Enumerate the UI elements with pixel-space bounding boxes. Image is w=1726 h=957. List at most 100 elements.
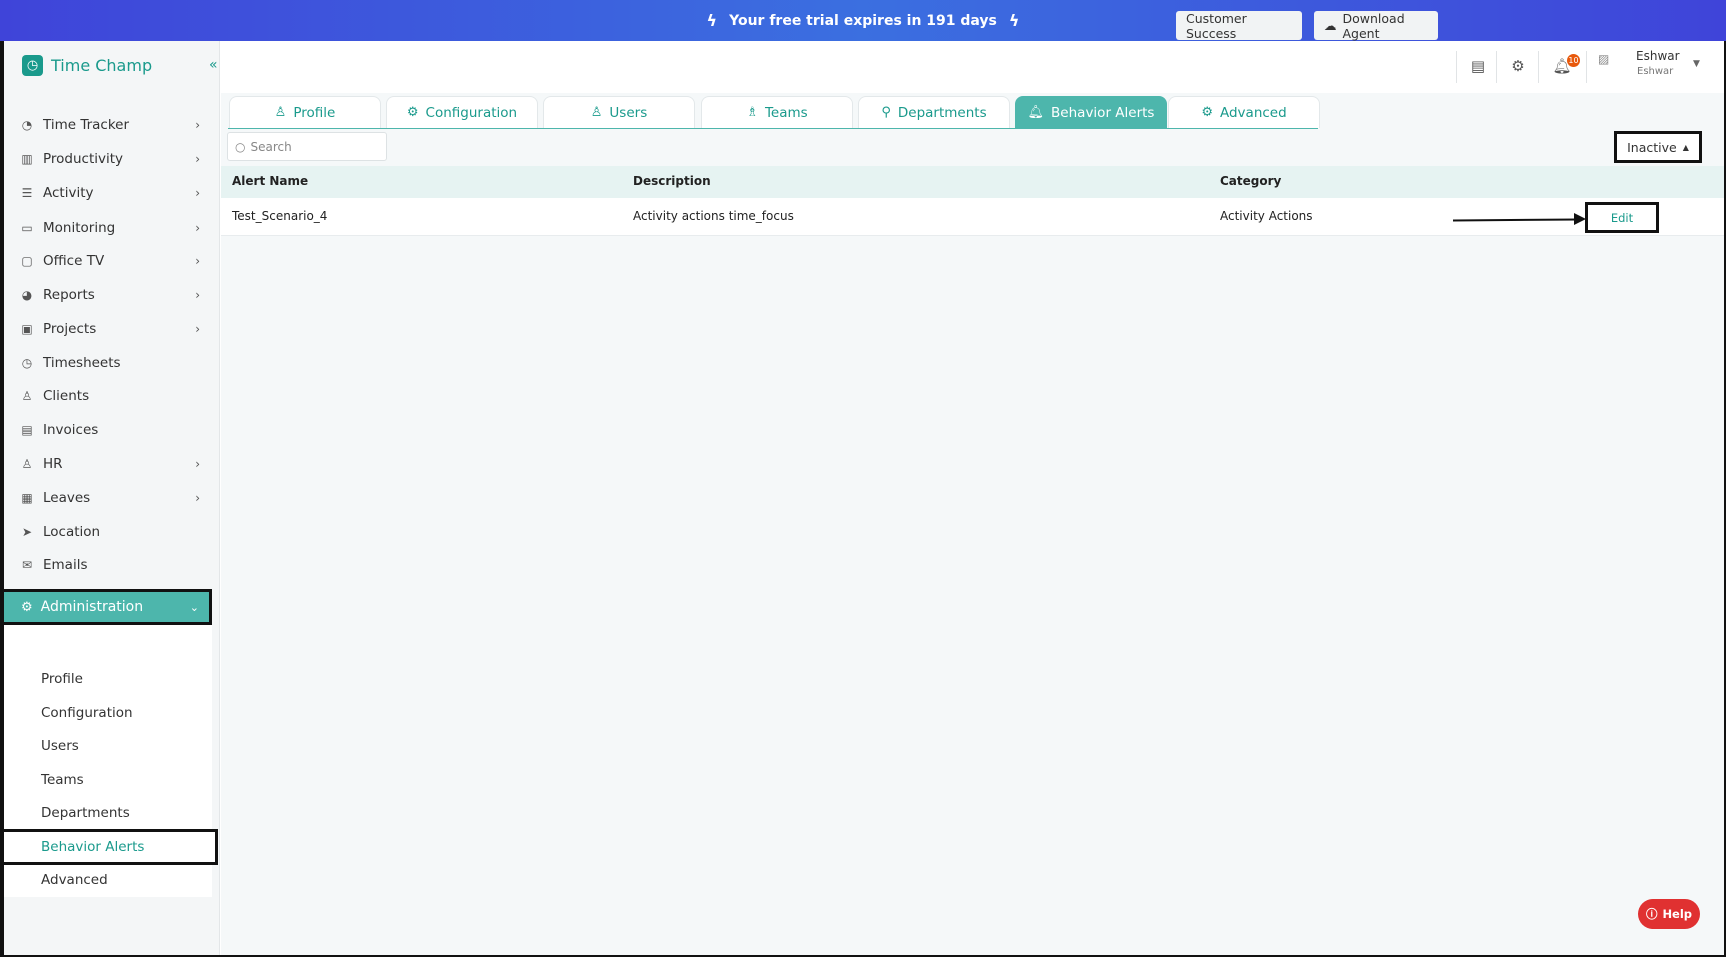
- cell-alert-name: Test_Scenario_4: [232, 209, 328, 223]
- chevron-right-icon: ›: [195, 186, 200, 200]
- sidebar-item-label: Leaves: [43, 490, 91, 506]
- sidebar-item-reports[interactable]: ◕ Reports ›: [20, 280, 204, 310]
- tab-label: Departments: [897, 104, 987, 121]
- user-role: Eshwar: [1637, 66, 1674, 77]
- submenu-item-users[interactable]: Users: [41, 733, 79, 759]
- clock-icon: ◔: [21, 118, 33, 132]
- sidebar-item-label: Activity: [43, 185, 94, 201]
- chevron-right-icon: ›: [195, 288, 200, 302]
- hierarchy-icon: ⚲: [881, 105, 891, 120]
- trial-banner: ϟ Your free trial expires in 191 days ϟ: [0, 0, 1726, 41]
- sidebar-item-administration[interactable]: ⚙ Administration ⌄: [0, 589, 212, 625]
- sidebar-item-emails[interactable]: ✉ Emails: [20, 550, 204, 580]
- submenu-item-configuration[interactable]: Configuration: [41, 700, 133, 726]
- submenu-item-profile[interactable]: Profile: [41, 666, 83, 692]
- sidebar-item-label: Office TV: [43, 253, 105, 269]
- sidebar-item-time-tracker[interactable]: ◔ Time Tracker ›: [20, 110, 204, 140]
- sidebar-item-label: HR: [43, 456, 63, 472]
- sidebar-item-productivity[interactable]: ▥ Productivity ›: [20, 144, 204, 174]
- tab-departments[interactable]: ⚲ Departments: [858, 96, 1010, 128]
- status-filter-dropdown[interactable]: Inactive ▲: [1614, 131, 1702, 163]
- clock-logo-icon: ◷: [22, 55, 43, 76]
- sidebar-item-label: Productivity: [43, 151, 124, 167]
- sidebar-item-clients[interactable]: ♙ Clients: [20, 381, 204, 411]
- sidebar-item-activity[interactable]: ☰ Activity ›: [20, 178, 204, 208]
- table-header: [221, 166, 1724, 198]
- edit-button[interactable]: Edit: [1585, 202, 1659, 233]
- document-icon[interactable]: ▤: [1468, 56, 1488, 76]
- monitor-icon: ▭: [21, 221, 33, 235]
- mail-icon: ✉: [21, 558, 33, 572]
- tab-behavior-alerts[interactable]: 🔔︎ Behavior Alerts: [1015, 96, 1167, 128]
- header-divider: [1456, 51, 1457, 83]
- column-header-alert-name[interactable]: Alert Name: [232, 174, 308, 188]
- customer-success-label: Customer Success: [1186, 10, 1247, 41]
- sidebar-item-office-tv[interactable]: ▢ Office TV ›: [20, 246, 204, 276]
- sidebar-item-label: Administration: [40, 599, 144, 615]
- cell-description: Activity actions time_focus: [633, 209, 794, 223]
- cloud-download-icon: ☁: [1324, 18, 1337, 33]
- collapse-sidebar-icon[interactable]: «: [209, 57, 218, 73]
- sidebar-item-label: Timesheets: [43, 355, 121, 371]
- sidebar-item-label: Emails: [43, 557, 88, 573]
- team-icon: ♗: [746, 105, 758, 120]
- chart-icon: ▥: [21, 152, 33, 166]
- sidebar-item-label: Invoices: [43, 422, 99, 438]
- tab-label: Teams: [764, 104, 808, 121]
- chevron-down-icon: ⌄: [189, 600, 199, 614]
- frame-border: [0, 41, 4, 957]
- help-button[interactable]: ⓘ Help: [1638, 899, 1700, 929]
- settings-icon[interactable]: ⚙: [1508, 56, 1528, 76]
- chevron-right-icon: ›: [195, 254, 200, 268]
- lightning-icon: ϟ: [706, 11, 718, 30]
- cell-category: Activity Actions: [1220, 209, 1313, 223]
- trial-banner-text: Your free trial expires in 191 days: [729, 12, 997, 29]
- users-icon: ♙: [590, 105, 603, 120]
- tab-teams[interactable]: ♗ Teams: [701, 96, 853, 128]
- column-header-category[interactable]: Category: [1220, 174, 1281, 188]
- chevron-down-icon[interactable]: ▼: [1693, 59, 1700, 69]
- sidebar-item-label: Reports: [43, 287, 95, 303]
- notification-badge: 10: [1567, 54, 1580, 67]
- chevron-right-icon: ›: [195, 491, 200, 505]
- chevron-right-icon: ›: [195, 118, 200, 132]
- column-header-description[interactable]: Description: [633, 174, 711, 188]
- briefcase-icon: ▣: [21, 322, 33, 336]
- app-logo[interactable]: ◷ Time Champ: [22, 55, 152, 76]
- search-icon: ○: [235, 139, 246, 154]
- alarm-icon: ◷: [21, 356, 33, 370]
- bell-icon: 🔔︎: [1027, 105, 1045, 120]
- sidebar-item-location[interactable]: ➤ Location: [20, 517, 204, 547]
- customer-success-button[interactable]: Customer Success: [1176, 10, 1302, 41]
- invoice-icon: ▤: [21, 423, 33, 437]
- chevron-right-icon: ›: [195, 152, 200, 166]
- tab-profile[interactable]: ♙ Profile: [229, 96, 381, 128]
- top-header: [221, 41, 1724, 93]
- sidebar-item-hr[interactable]: ♙ HR ›: [20, 449, 204, 479]
- tab-configuration[interactable]: ⚙ Configuration: [386, 96, 538, 128]
- tab-label: Users: [609, 104, 648, 121]
- tab-users[interactable]: ♙ Users: [543, 96, 695, 128]
- sidebar-item-monitoring[interactable]: ▭ Monitoring ›: [20, 213, 204, 243]
- submenu-item-teams[interactable]: Teams: [41, 767, 84, 793]
- location-icon: ➤: [21, 525, 33, 539]
- download-agent-button[interactable]: ☁ Download Agent: [1314, 11, 1438, 41]
- sidebar-item-timesheets[interactable]: ◷ Timesheets: [20, 348, 204, 378]
- sidebar-item-projects[interactable]: ▣ Projects ›: [20, 314, 204, 344]
- submenu-item-advanced[interactable]: Advanced: [41, 867, 108, 893]
- search-field[interactable]: ○: [227, 132, 387, 161]
- sidebar-item-leaves[interactable]: ▦ Leaves ›: [20, 483, 204, 513]
- sidebar-item-invoices[interactable]: ▤ Invoices: [20, 415, 204, 445]
- user-name[interactable]: Eshwar: [1636, 49, 1680, 63]
- submenu-item-departments[interactable]: Departments: [41, 800, 130, 826]
- person-icon: ♙: [21, 457, 33, 471]
- search-input[interactable]: [250, 139, 376, 154]
- tab-advanced[interactable]: ⚙ Advanced: [1168, 96, 1320, 128]
- help-label: Help: [1662, 907, 1693, 921]
- gear-icon: ⚙: [21, 599, 33, 615]
- submenu-item-behavior-alerts[interactable]: Behavior Alerts: [41, 834, 144, 860]
- chevron-right-icon: ›: [195, 457, 200, 471]
- avatar[interactable]: ▨: [1598, 52, 1614, 68]
- pie-icon: ◕: [21, 288, 33, 302]
- app-name: Time Champ: [51, 56, 153, 75]
